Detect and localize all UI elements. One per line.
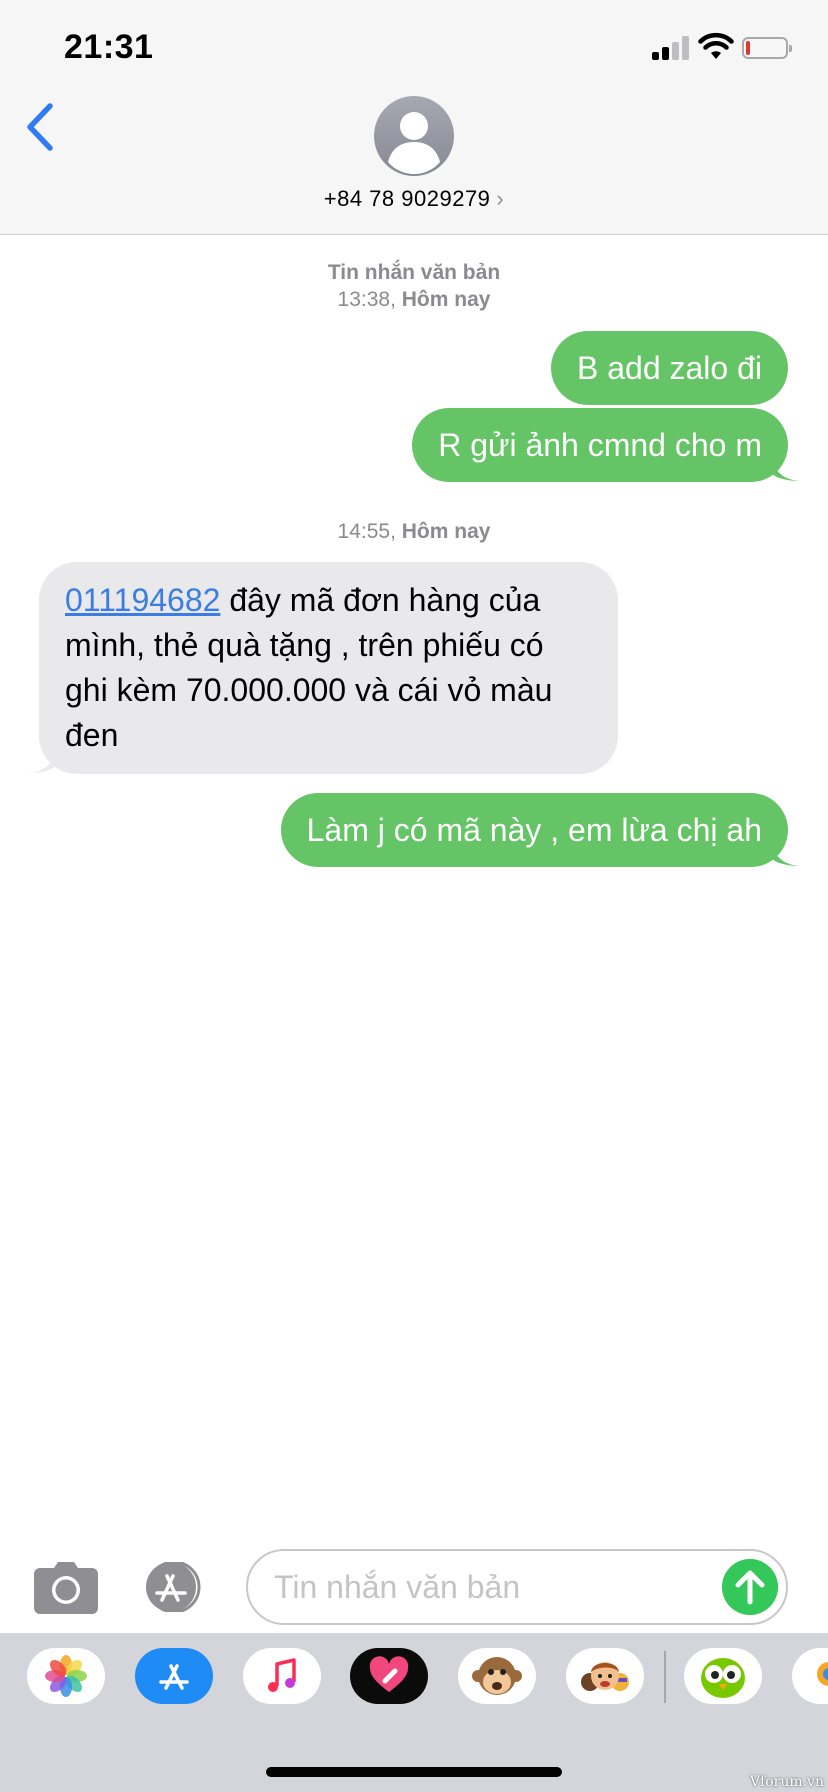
outgoing-message-2[interactable]: R gửi ảnh cmnd cho m: [412, 408, 788, 482]
digital-touch-app-button[interactable]: [350, 1648, 428, 1704]
bubble-tail-icon: [772, 845, 800, 866]
incoming-message-1[interactable]: 011194682 đây mã đơn hàng của mình, thẻ …: [39, 562, 618, 774]
conversation-header: 21:31 +84 78 9029279 ›: [0, 0, 828, 235]
person-icon: [388, 112, 440, 175]
message-text: Làm j có mã này , em lừa chị ah: [306, 811, 762, 848]
heart-icon: [369, 1656, 409, 1692]
send-arrow-icon[interactable]: [722, 1559, 778, 1615]
animoji-monkey-button[interactable]: [458, 1648, 536, 1704]
timestamp-1: Tin nhắn văn bản 13:38, Hôm nay: [0, 259, 828, 313]
app-store-icon: [159, 1664, 189, 1690]
message-text: R gửi ảnh cmnd cho m: [438, 426, 762, 463]
app-store-app-button[interactable]: [135, 1648, 213, 1704]
contact-name-button[interactable]: +84 78 9029279 ›: [0, 186, 828, 212]
watermark-logo: Vforum.vn: [749, 1774, 824, 1790]
timestamp-time: 14:55,: [337, 520, 396, 543]
battery-icon: [742, 37, 792, 59]
bubble-tail-icon: [772, 460, 800, 481]
memoji-icon: [581, 1662, 629, 1691]
imessage-app-drawer: Vforum.vn: [0, 1633, 828, 1792]
bubble-tail-icon: [28, 752, 56, 773]
app-partial-icon: [817, 1662, 828, 1686]
timestamp-2: 14:55, Hôm nay: [0, 518, 828, 545]
owl-icon: [701, 1658, 745, 1698]
photos-app-button[interactable]: [27, 1648, 105, 1704]
contact-avatar[interactable]: [374, 96, 454, 176]
more-apps-button[interactable]: [792, 1648, 828, 1704]
message-text: B add zalo đi: [576, 349, 762, 386]
back-chevron-icon[interactable]: [20, 100, 60, 154]
timestamp-day: Hôm nay: [401, 288, 491, 311]
chevron-right-icon: ›: [496, 186, 505, 211]
cellular-signal-icon: [652, 36, 690, 60]
music-note-icon: [268, 1658, 296, 1692]
camera-icon[interactable]: [34, 1562, 98, 1614]
home-indicator[interactable]: [266, 1767, 562, 1777]
status-time: 21:31: [64, 28, 154, 66]
drawer-divider: [664, 1651, 666, 1703]
message-type-label: Tin nhắn văn bản: [327, 261, 501, 284]
duolingo-app-button[interactable]: [684, 1648, 762, 1704]
memoji-button[interactable]: [566, 1648, 644, 1704]
outgoing-message-3[interactable]: Làm j có mã này , em lừa chị ah: [280, 793, 788, 867]
contact-name: +84 78 9029279: [323, 186, 491, 211]
app-store-icon[interactable]: [140, 1562, 212, 1612]
music-app-button[interactable]: [243, 1648, 321, 1704]
timestamp-time: 13:38,: [337, 288, 396, 311]
order-code-link[interactable]: 011194682: [65, 582, 220, 618]
timestamp-day: Hôm nay: [401, 520, 491, 543]
photos-icon: [45, 1655, 87, 1697]
monkey-icon: [472, 1657, 522, 1695]
outgoing-message-1[interactable]: B add zalo đi: [550, 331, 788, 405]
message-input[interactable]: Tin nhắn văn bản: [246, 1549, 788, 1625]
message-input-placeholder: Tin nhắn văn bản: [274, 1569, 521, 1605]
wifi-icon: [698, 32, 734, 59]
